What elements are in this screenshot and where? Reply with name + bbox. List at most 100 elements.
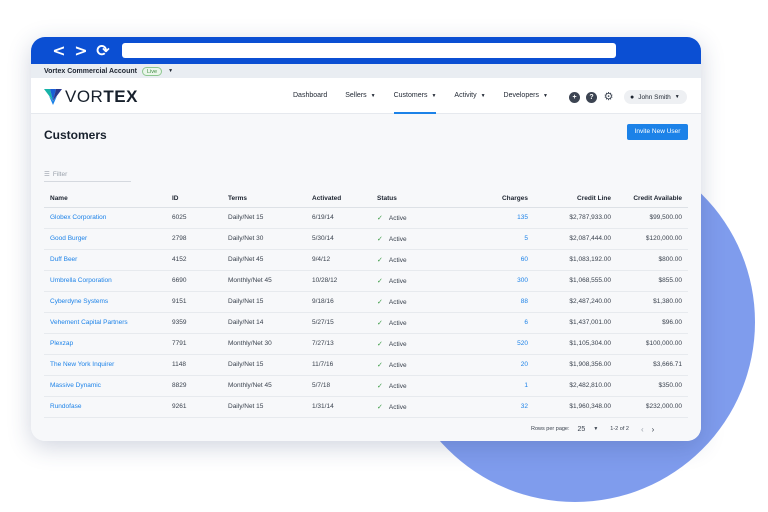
table-row[interactable]: Cyberdyne Systems 9151 Daily/Net 15 9/18/16… <box>44 291 688 313</box>
column-header[interactable]: ID <box>172 191 228 208</box>
customer-name-link[interactable]: Massive Dynamic <box>44 375 172 397</box>
column-header[interactable]: Status <box>377 191 457 208</box>
check-icon: ✓ <box>377 403 383 411</box>
filter-placeholder: Filter <box>52 171 68 178</box>
browser-toolbar: < > ⟳ <box>31 37 701 64</box>
user-menu[interactable]: ● John Smith ▼ <box>624 90 687 104</box>
nav-dashboard[interactable]: Dashboard <box>293 78 327 114</box>
table-row[interactable]: Vehement Capital Partners 9359 Daily/Net 1… <box>44 312 688 334</box>
customer-activated: 7/27/13 <box>312 333 377 355</box>
customer-charges-link[interactable]: 135 <box>457 207 528 229</box>
table-row[interactable]: Globex Corporation 6025 Daily/Net 15 6/19/1… <box>44 207 688 229</box>
column-header[interactable]: Charges <box>457 191 528 208</box>
nav-sellers[interactable]: Sellers ▼ <box>345 78 375 114</box>
check-icon: ✓ <box>377 298 383 306</box>
check-icon: ✓ <box>377 256 383 264</box>
customer-activated: 5/7/18 <box>312 375 377 397</box>
check-icon: ✓ <box>377 361 383 369</box>
customer-status: ✓ Active <box>377 312 457 334</box>
table-row[interactable]: Rundofase 9261 Daily/Net 15 1/31/14 ✓ Active 3… <box>44 396 688 418</box>
customer-charges-link[interactable]: 20 <box>457 354 528 376</box>
table-row[interactable]: Good Burger 2798 Daily/Net 30 5/30/14 ✓ Activ… <box>44 228 688 250</box>
table-row[interactable]: Plexzap 7791 Monthly/Net 30 7/27/13 ✓ Active 5… <box>44 333 688 355</box>
customer-charges-link[interactable]: 520 <box>457 333 528 355</box>
status-text: Active <box>388 256 407 264</box>
chevron-down-icon[interactable]: ▼ <box>593 426 598 432</box>
status-text: Active <box>388 403 407 411</box>
customer-name-link[interactable]: Globex Corporation <box>44 207 172 229</box>
customer-activated: 9/4/12 <box>312 249 377 271</box>
rows-per-page-select[interactable]: 25 <box>578 426 586 433</box>
reload-icon[interactable]: ⟳ <box>95 42 111 59</box>
column-header[interactable]: Credit Available <box>611 191 688 208</box>
next-page-icon[interactable]: › <box>652 425 655 434</box>
customer-charges-link[interactable]: 88 <box>457 291 528 313</box>
customer-activated: 11/7/16 <box>312 354 377 376</box>
customer-name-link[interactable]: The New York Inquirer <box>44 354 172 376</box>
customer-credit-available: $100,000.00 <box>611 333 688 355</box>
table-row[interactable]: The New York Inquirer 1148 Daily/Net 15 11/… <box>44 354 688 376</box>
customer-credit-available: $1,380.00 <box>611 291 688 313</box>
column-header[interactable]: Activated <box>312 191 377 208</box>
filter-input[interactable]: ☰ Filter <box>44 170 131 182</box>
customer-name-link[interactable]: Good Burger <box>44 228 172 250</box>
customer-charges-link[interactable]: 5 <box>457 228 528 250</box>
customer-name-link[interactable]: Rundofase <box>44 396 172 418</box>
customer-terms: Monthly/Net 45 <box>228 270 312 292</box>
logo-text-part: VOR <box>65 87 104 106</box>
customer-activated: 10/28/12 <box>312 270 377 292</box>
chevron-down-icon: ▼ <box>431 93 437 99</box>
customer-terms: Daily/Net 15 <box>228 291 312 313</box>
customer-charges-link[interactable]: 60 <box>457 249 528 271</box>
help-icon[interactable]: ? <box>586 91 597 103</box>
customer-credit-available: $99,500.00 <box>611 207 688 229</box>
customer-name-link[interactable]: Umbrella Corporation <box>44 270 172 292</box>
check-icon: ✓ <box>377 340 383 348</box>
nav-customers[interactable]: Customers ▼ <box>393 78 437 114</box>
table-body: Globex Corporation 6025 Daily/Net 15 6/19/1… <box>44 207 688 418</box>
nav-developers[interactable]: Developers ▼ <box>504 78 548 114</box>
customer-name-link[interactable]: Vehement Capital Partners <box>44 312 172 334</box>
customer-charges-link[interactable]: 300 <box>457 270 528 292</box>
customer-terms: Daily/Net 15 <box>228 396 312 418</box>
gear-icon[interactable]: ⚙ <box>603 91 614 103</box>
chevron-down-icon: ▼ <box>674 94 680 100</box>
table-row[interactable]: Massive Dynamic 8829 Monthly/Net 45 5/7/18 ✓… <box>44 375 688 397</box>
back-arrow-icon[interactable]: < <box>51 42 67 59</box>
nav-activity[interactable]: Activity ▼ <box>454 78 485 114</box>
main-content: Customers Invite New User ☰ Filter Name I… <box>31 114 701 441</box>
customer-terms: Daily/Net 15 <box>228 207 312 229</box>
previous-page-icon[interactable]: ‹ <box>641 425 644 434</box>
customer-id: 9359 <box>172 312 228 334</box>
add-icon[interactable]: + <box>569 91 580 103</box>
customer-activated: 5/30/14 <box>312 228 377 250</box>
check-icon: ✓ <box>377 382 383 390</box>
account-bar[interactable]: Vortex Commercial Account Live ▼ <box>31 64 701 78</box>
user-name: John Smith <box>638 93 671 101</box>
customer-status: ✓ Active <box>377 270 457 292</box>
table-row[interactable]: Duff Beer 4152 Daily/Net 45 9/4/12 ✓ Active 60… <box>44 249 688 271</box>
customer-charges-link[interactable]: 1 <box>457 375 528 397</box>
header-actions: + ? ⚙ ● John Smith ▼ <box>569 90 687 104</box>
table-row[interactable]: Umbrella Corporation 6690 Monthly/Net 45 10… <box>44 270 688 292</box>
forward-arrow-icon[interactable]: > <box>73 42 89 59</box>
customer-name-link[interactable]: Plexzap <box>44 333 172 355</box>
chevron-down-icon: ▼ <box>480 93 486 99</box>
customer-name-link[interactable]: Duff Beer <box>44 249 172 271</box>
column-header[interactable]: Terms <box>228 191 312 208</box>
invite-new-user-button[interactable]: Invite New User <box>627 124 688 140</box>
customer-charges-link[interactable]: 6 <box>457 312 528 334</box>
customer-credit-line: $2,087,444.00 <box>528 228 611 250</box>
address-bar[interactable] <box>122 43 616 58</box>
vortex-logo[interactable]: VORTEX <box>44 87 138 107</box>
customer-credit-line: $1,105,304.00 <box>528 333 611 355</box>
check-icon: ✓ <box>377 277 383 285</box>
column-header[interactable]: Credit Line <box>528 191 611 208</box>
column-header[interactable]: Name <box>44 191 172 208</box>
customer-charges-link[interactable]: 32 <box>457 396 528 418</box>
customer-name-link[interactable]: Cyberdyne Systems <box>44 291 172 313</box>
customer-terms: Monthly/Net 30 <box>228 333 312 355</box>
rows-per-page-label: Rows per page: <box>531 426 570 432</box>
status-text: Active <box>388 214 407 222</box>
status-text: Active <box>388 298 407 306</box>
